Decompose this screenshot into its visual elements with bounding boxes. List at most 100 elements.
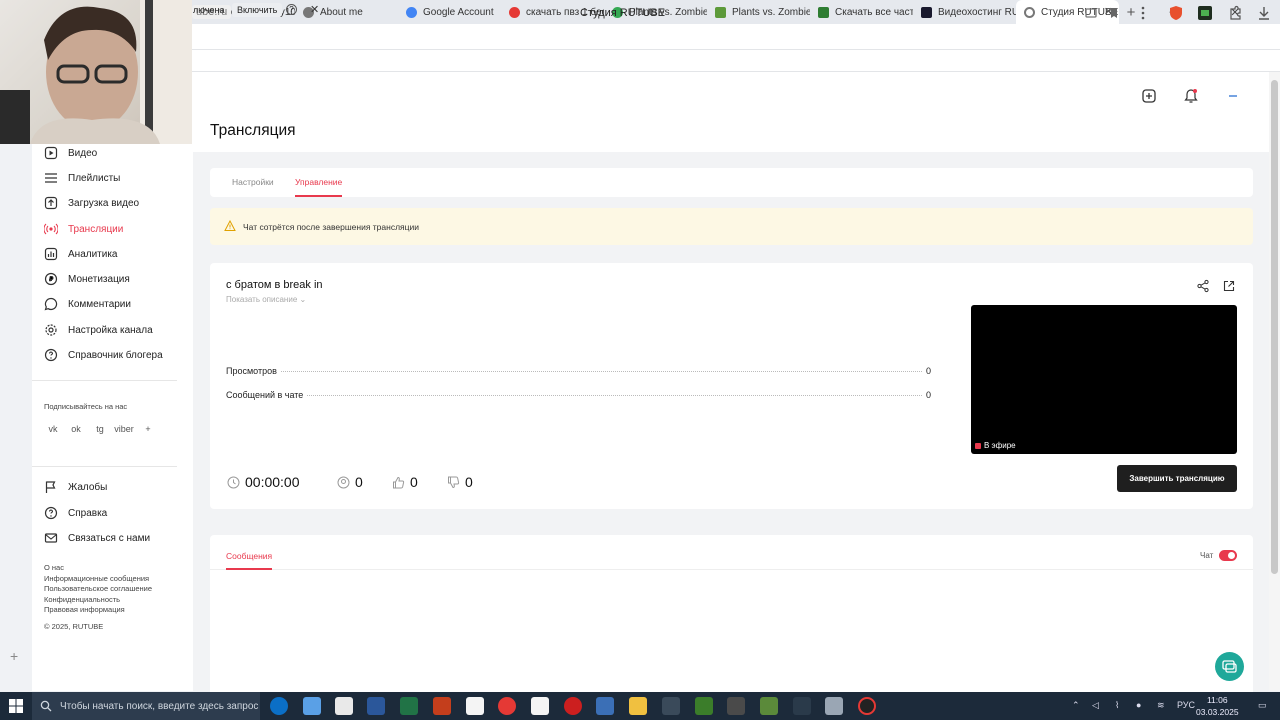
- tray-chevron-icon[interactable]: ⌃: [1072, 700, 1080, 711]
- warning-text: Чат сотрётся после завершения трансляции: [243, 222, 420, 232]
- info-bar-text: лючена: [193, 5, 225, 15]
- start-button[interactable]: [0, 692, 32, 720]
- page-header: [193, 72, 1269, 152]
- footer-link-about[interactable]: О нас: [44, 563, 64, 572]
- stream-preview[interactable]: [971, 305, 1237, 454]
- edge-icon[interactable]: [270, 697, 288, 715]
- add-panel-icon[interactable]: +: [10, 648, 18, 664]
- mic-icon[interactable]: ●: [1136, 700, 1141, 710]
- footer-link-privacy[interactable]: Конфиденциальность: [44, 595, 120, 604]
- notifications-icon[interactable]: ▭: [1258, 700, 1267, 711]
- enable-button[interactable]: Включить: [232, 3, 283, 17]
- sidebar-item-guide[interactable]: Справочник блогера: [44, 345, 163, 365]
- content-tabs: Настройки Управление: [210, 168, 1253, 197]
- extension-icon[interactable]: [1082, 4, 1100, 22]
- sidebar-item-help[interactable]: Справка: [44, 503, 107, 523]
- more-menu-icon[interactable]: [1134, 4, 1152, 22]
- app-icon[interactable]: [825, 697, 843, 715]
- app-icon[interactable]: [695, 697, 713, 715]
- scrollbar-thumb[interactable]: [1271, 80, 1278, 574]
- sidebar-item-playlists[interactable]: Плейлисты: [44, 168, 120, 188]
- viber-icon[interactable]: viber: [114, 422, 134, 436]
- divider: [32, 466, 177, 467]
- footer-link-info[interactable]: Информационные сообщения: [44, 574, 149, 583]
- minecraft-icon[interactable]: [760, 697, 778, 715]
- bookmark-icon[interactable]: [1105, 4, 1123, 22]
- footer-link-legal[interactable]: Правовая информация: [44, 605, 125, 614]
- infobar-close-icon[interactable]: ✕: [310, 3, 319, 16]
- sidebar-item-video[interactable]: Видео: [44, 143, 97, 163]
- notifications-bell-icon[interactable]: [1182, 87, 1200, 105]
- monetization-icon: [44, 272, 58, 286]
- person-silhouette: [0, 0, 192, 144]
- wifi-icon[interactable]: ≋: [1157, 700, 1165, 711]
- search-icon: [40, 700, 52, 712]
- word-icon[interactable]: [367, 697, 385, 715]
- app-icon[interactable]: [727, 697, 745, 715]
- tab-management[interactable]: Управление: [295, 177, 343, 197]
- powerpoint-icon[interactable]: [433, 697, 451, 715]
- avatar[interactable]: [1224, 87, 1242, 105]
- stream-timer: 00:00:00: [227, 474, 300, 490]
- sidebar-item-channel-settings[interactable]: Настройка канала: [44, 320, 153, 340]
- app-icon[interactable]: [596, 697, 614, 715]
- end-stream-button[interactable]: Завершить трансляцию: [1117, 465, 1237, 492]
- yandex-browser-icon[interactable]: [335, 697, 353, 715]
- chat-toggle[interactable]: [1219, 550, 1237, 561]
- app-icon[interactable]: [303, 697, 321, 715]
- add-content-icon[interactable]: [1140, 87, 1158, 105]
- download-icon[interactable]: [1255, 4, 1273, 22]
- live-badge: В эфире: [975, 441, 1016, 450]
- file-explorer-icon[interactable]: [629, 697, 647, 715]
- app-icon[interactable]: [662, 697, 680, 715]
- support-chat-button[interactable]: [1215, 652, 1244, 681]
- flag-icon: [45, 481, 56, 493]
- yandex-icon[interactable]: [498, 697, 516, 715]
- messages-card: [210, 535, 1253, 695]
- app-icon[interactable]: [793, 697, 811, 715]
- help-icon: [44, 506, 58, 520]
- sidebar-item-comments[interactable]: Комментарии: [44, 294, 131, 314]
- extensions-puzzle-icon[interactable]: [1226, 4, 1244, 22]
- tab-settings[interactable]: Настройки: [232, 177, 274, 187]
- sidebar: Видео Плейлисты Загрузка видео Трансляци…: [32, 72, 193, 691]
- taskbar-search[interactable]: Чтобы начать поиск, введите здесь запрос: [32, 692, 260, 720]
- likes-counter: 0: [392, 474, 418, 490]
- telegram-icon[interactable]: tg: [93, 422, 107, 436]
- playlist-icon: [45, 173, 57, 183]
- open-external-icon[interactable]: [1222, 279, 1236, 293]
- warning-icon: [224, 220, 236, 231]
- share-icon[interactable]: [1196, 279, 1210, 293]
- opera-icon[interactable]: [564, 697, 582, 715]
- notepad-icon[interactable]: [466, 697, 484, 715]
- sidebar-item-complaints[interactable]: Жалобы: [44, 477, 107, 497]
- adblock-shield-icon[interactable]: [1167, 4, 1185, 22]
- vk-icon[interactable]: vk: [46, 422, 60, 436]
- viewers-icon: [337, 476, 350, 488]
- sidebar-item-broadcasts[interactable]: Трансляции: [44, 219, 123, 239]
- language-indicator[interactable]: РУС: [1177, 700, 1195, 710]
- sidebar-item-contact[interactable]: Связаться с нами: [44, 528, 150, 548]
- address-bar: [0, 24, 1280, 50]
- volume-icon[interactable]: ◁: [1092, 700, 1099, 711]
- viewers-counter: 0: [337, 474, 363, 490]
- more-socials-icon[interactable]: +: [141, 422, 155, 436]
- file-icon[interactable]: [531, 697, 549, 715]
- excel-icon[interactable]: [400, 697, 418, 715]
- footer-link-terms[interactable]: Пользовательское соглашение: [44, 584, 152, 593]
- tab-underline: [226, 568, 272, 570]
- network-icon[interactable]: ⌇: [1115, 700, 1119, 711]
- stream-title: с братом в break in: [226, 279, 323, 291]
- extension-green-icon[interactable]: [1196, 4, 1214, 22]
- obs-icon[interactable]: [858, 697, 876, 715]
- sidebar-item-upload[interactable]: Загрузка видео: [44, 193, 139, 213]
- show-description-link[interactable]: Показать описание ⌄: [226, 295, 306, 304]
- guide-icon: [44, 348, 58, 362]
- help-circle-icon[interactable]: ?: [286, 4, 297, 15]
- sidebar-item-monetization[interactable]: Монетизация: [44, 269, 130, 289]
- chevron-down-icon: ⌄: [299, 295, 307, 304]
- clock[interactable]: 11:06 03.03.2025: [1196, 694, 1239, 718]
- ok-icon[interactable]: ok: [69, 422, 83, 436]
- tab-messages[interactable]: Сообщения: [226, 551, 272, 561]
- sidebar-item-analytics[interactable]: Аналитика: [44, 244, 118, 264]
